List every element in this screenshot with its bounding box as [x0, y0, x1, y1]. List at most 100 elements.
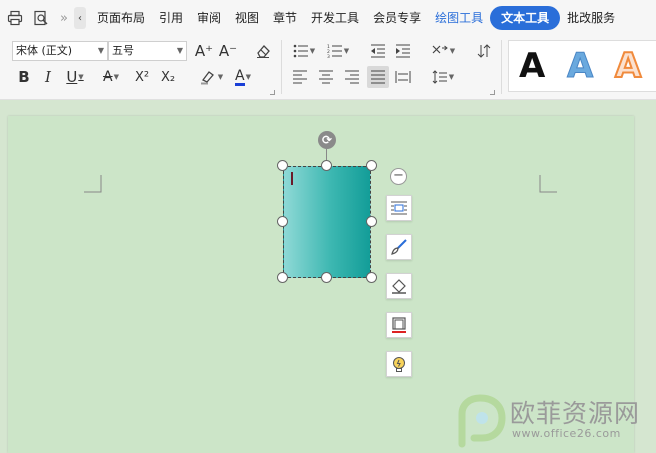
site-watermark: 欧菲资源网 www.office26.com	[454, 392, 654, 450]
chevron-down-icon: ▼	[176, 46, 183, 55]
resize-handle-bottom-left[interactable]	[277, 272, 288, 283]
chevron-down-icon: ▼	[343, 47, 350, 55]
chevron-down-icon: ▼	[217, 73, 224, 81]
tab-developer-tools[interactable]: 开发工具	[304, 6, 366, 30]
chevron-down-icon: ▼	[245, 73, 251, 81]
clear-format-button[interactable]	[252, 40, 274, 62]
decrease-indent-button[interactable]	[367, 40, 389, 62]
divider	[501, 40, 502, 94]
shrink-font-button[interactable]: A⁻	[217, 40, 239, 62]
chevron-down-icon: ▼	[78, 73, 84, 81]
underline-label: U	[66, 68, 78, 86]
align-center-icon	[319, 70, 333, 84]
margin-corner-mark	[84, 175, 102, 193]
tab-view[interactable]: 视图	[228, 6, 266, 30]
bold-button[interactable]: B	[13, 66, 35, 88]
font-size-select[interactable]: 五号 ▼	[108, 41, 187, 61]
subscript-button[interactable]: X₂	[157, 66, 179, 88]
font-name-value: 宋体 (正文)	[16, 44, 73, 57]
chevron-down-icon: ▼	[97, 46, 104, 55]
italic-button[interactable]: I	[37, 66, 59, 88]
shape-fill-button[interactable]	[386, 273, 412, 299]
wordart-style-blue[interactable]: A	[566, 44, 593, 88]
smart-tips-button[interactable]	[386, 351, 412, 377]
outdent-icon	[371, 44, 385, 58]
indent-icon	[396, 44, 410, 58]
superscript-button[interactable]: X²	[131, 66, 153, 88]
resize-handle-top-right[interactable]	[366, 160, 377, 171]
tab-scroll-left-button[interactable]: ‹	[73, 7, 86, 29]
paragraph-dialog-launcher[interactable]	[490, 90, 495, 95]
resize-handle-right[interactable]	[366, 216, 377, 227]
highlight-button[interactable]: ▼	[195, 66, 227, 88]
fill-bucket-icon	[392, 279, 406, 294]
rotate-handle-icon[interactable]: ⟳	[318, 131, 336, 149]
lightbulb-icon	[393, 357, 405, 372]
divider	[281, 40, 282, 94]
font-name-select[interactable]: 宋体 (正文) ▼	[12, 41, 108, 61]
tab-references[interactable]: 引用	[152, 6, 190, 30]
watermark-site-name: 欧菲资源网	[510, 399, 641, 428]
align-right-button[interactable]	[341, 66, 363, 88]
brush-icon	[391, 239, 407, 255]
chevron-down-icon: ▼	[448, 73, 455, 81]
wordart-style-black[interactable]: A	[519, 44, 545, 88]
numbering-button[interactable]: 1 2 3 ▼	[324, 40, 352, 62]
tab-review[interactable]: 审阅	[190, 6, 228, 30]
tab-drawing-tools[interactable]: 绘图工具	[428, 6, 490, 30]
font-dialog-launcher[interactable]	[270, 90, 275, 95]
layout-options-button[interactable]	[386, 195, 412, 221]
text-cursor	[291, 172, 293, 185]
chevron-down-icon: ▼	[449, 47, 456, 55]
resize-handle-bottom[interactable]	[321, 272, 332, 283]
align-left-icon	[293, 70, 307, 84]
text-box-shape[interactable]	[283, 166, 371, 278]
text-wrap-icon	[391, 201, 407, 215]
watermark-site-url: www.office26.com	[512, 427, 621, 440]
resize-handle-top-left[interactable]	[277, 160, 288, 171]
tab-page-layout[interactable]: 页面布局	[90, 6, 152, 30]
line-spacing-button[interactable]: ▼	[428, 66, 458, 88]
tab-text-tools[interactable]: 文本工具	[490, 6, 561, 30]
align-right-icon	[345, 70, 359, 84]
text-effect-icon: A	[103, 69, 113, 85]
justify-icon	[371, 70, 385, 84]
text-direction-icon	[432, 45, 448, 54]
resize-handle-bottom-right[interactable]	[366, 272, 377, 283]
font-color-label: A	[235, 67, 245, 86]
shape-style-button[interactable]	[386, 234, 412, 260]
ribbon-tab-bar: » ‹ 页面布局 引用 审阅 视图 章节 开发工具 会员专享 绘图工具 文本工具…	[0, 0, 656, 36]
margin-corner-mark	[539, 175, 557, 193]
sort-icon	[477, 44, 491, 58]
text-direction-button[interactable]: ▼	[428, 40, 458, 62]
tab-correction-service[interactable]: 批改服务	[560, 6, 622, 30]
print-icon[interactable]	[4, 7, 26, 29]
outline-icon	[392, 317, 406, 333]
font-color-button[interactable]: A ▼	[228, 66, 258, 88]
distributed-align-button[interactable]	[392, 66, 414, 88]
wordart-style-orange-outline[interactable]: A	[614, 44, 642, 88]
grow-font-button[interactable]: A⁺	[193, 40, 215, 62]
wordart-style-gallery: A A A	[508, 40, 656, 92]
collapse-toolbar-button[interactable]: −	[390, 168, 407, 185]
shape-outline-button[interactable]	[386, 312, 412, 338]
sort-button[interactable]	[473, 40, 495, 62]
bullets-button[interactable]: ▼	[290, 40, 318, 62]
svg-text:3: 3	[327, 54, 330, 58]
line-spacing-icon	[432, 70, 447, 84]
align-left-button[interactable]	[289, 66, 311, 88]
highlighter-icon	[200, 71, 214, 85]
align-center-button[interactable]	[315, 66, 337, 88]
resize-handle-top[interactable]	[321, 160, 332, 171]
resize-handle-left[interactable]	[277, 216, 288, 227]
justify-button[interactable]	[367, 66, 389, 88]
text-effect-button[interactable]: A ▼	[96, 66, 126, 88]
underline-button[interactable]: U ▼	[60, 66, 90, 88]
more-tabs-chevron-icon[interactable]: »	[60, 11, 68, 26]
tab-member-exclusive[interactable]: 会员专享	[366, 6, 428, 30]
distribute-icon	[395, 71, 411, 83]
tab-sections[interactable]: 章节	[266, 6, 304, 30]
increase-indent-button[interactable]	[392, 40, 414, 62]
chevron-down-icon: ▼	[113, 73, 119, 81]
print-preview-icon[interactable]	[30, 7, 52, 29]
